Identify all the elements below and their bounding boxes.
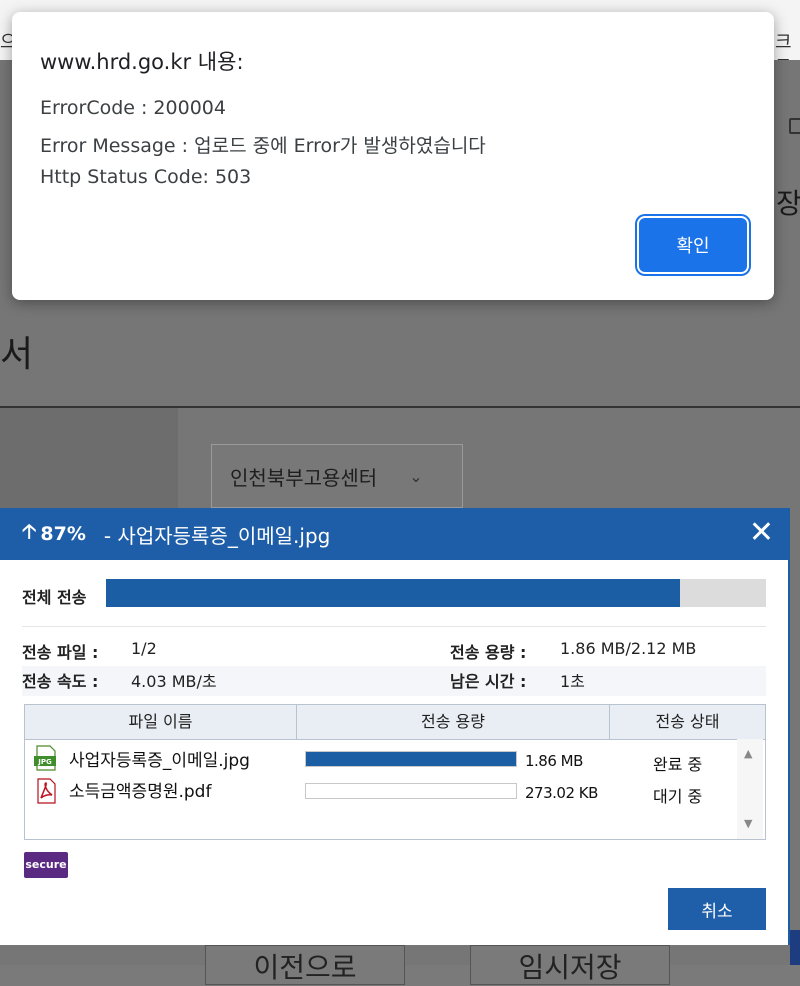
upload-header: 🡡 87% - 사업자등록증_이메일.jpg ✕ — [0, 508, 788, 560]
scroll-down-icon[interactable]: ▼ — [744, 817, 752, 830]
file-list-scrollbar[interactable]: ▲ ▼ — [737, 739, 763, 839]
file-status: 완료 중 — [653, 755, 703, 774]
ok-button[interactable]: 확인 — [639, 218, 747, 272]
prev-button[interactable]: 이전으로 — [205, 945, 405, 985]
file-progress-fill — [306, 752, 516, 766]
upload-filename: - 사업자등록증_이메일.jpg — [103, 523, 331, 548]
alert-dialog: www.hrd.go.kr 내용: ErrorCode : 200004 Err… — [12, 12, 774, 300]
cancel-button[interactable]: 취소 — [668, 888, 766, 930]
upload-percent: 87% — [40, 523, 86, 545]
page-icon — [789, 118, 800, 134]
col-file-name: 파일 이름 — [25, 705, 297, 739]
chevron-down-icon: ⌄ — [409, 466, 423, 486]
office-select-value: 인천북부고용센터 — [230, 465, 378, 490]
page-corner-accent — [790, 930, 800, 965]
col-transfer-status: 전송 상태 — [655, 712, 720, 731]
file-name: 사업자등록증_이메일.jpg — [69, 751, 250, 771]
close-icon[interactable]: ✕ — [749, 516, 774, 550]
file-size: 273.02 KB — [525, 784, 598, 802]
size-value: 1.86 MB/2.12 MB — [560, 639, 697, 658]
alert-error-message: Error Message : 업로드 중에 Error가 발생하였습니다 — [40, 135, 486, 157]
file-list-header: 파일 이름 전송 용량 전송 상태 — [25, 705, 765, 740]
alert-title: www.hrd.go.kr 내용: — [40, 50, 244, 74]
svg-text:JPG: JPG — [37, 758, 52, 766]
speed-value: 4.03 MB/초 — [131, 672, 217, 691]
upload-window: 🡡 87% - 사업자등록증_이메일.jpg ✕ 전체 전송 전송 파일 : 1… — [0, 508, 790, 945]
office-select[interactable]: 인천북부고용센터 ⌄ — [211, 444, 463, 508]
file-list: 파일 이름 전송 용량 전송 상태 JPG 사업자등록증_이메일.jpg 1.8… — [24, 704, 766, 840]
total-progress-fill — [106, 579, 681, 607]
remaining-value: 1초 — [560, 672, 585, 691]
size-label: 전송 용량 : — [450, 643, 527, 662]
page-title: 서 — [0, 334, 34, 375]
page-cut-heading: 장 — [776, 187, 800, 220]
file-progress-bar — [305, 751, 517, 767]
files-label: 전송 파일 : — [22, 643, 99, 662]
file-size: 1.86 MB — [525, 752, 583, 770]
remaining-label: 남은 시간 : — [450, 672, 527, 691]
alert-http-status: Http Status Code: 503 — [40, 166, 252, 188]
speed-label: 전송 속도 : — [22, 672, 99, 691]
secure-badge: secure — [24, 852, 68, 878]
alert-error-code: ErrorCode : 200004 — [40, 97, 226, 119]
jpg-file-icon: JPG — [34, 745, 56, 771]
upload-arrow-icon: 🡡 — [22, 519, 37, 543]
file-status: 대기 중 — [653, 787, 703, 806]
col-transfer-size: 전송 용량 — [297, 705, 610, 739]
pdf-file-icon — [37, 778, 56, 804]
divider — [22, 626, 766, 627]
file-progress-bar — [305, 783, 517, 799]
temp-save-button[interactable]: 임시저장 — [470, 945, 670, 985]
files-value: 1/2 — [131, 639, 157, 658]
file-name: 소득금액증명원.pdf — [69, 782, 212, 802]
total-progress-bar — [106, 579, 766, 607]
total-transfer-label: 전체 전송 — [22, 588, 87, 607]
scroll-up-icon[interactable]: ▲ — [744, 747, 752, 760]
